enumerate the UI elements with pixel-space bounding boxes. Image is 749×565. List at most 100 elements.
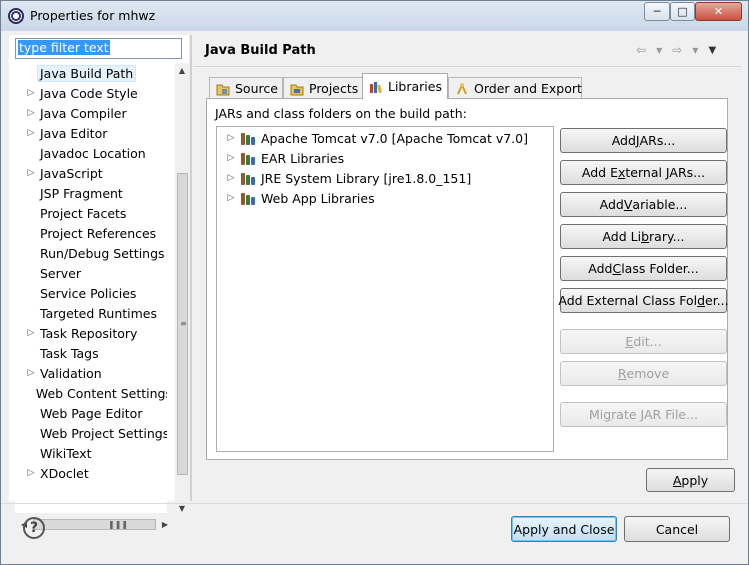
sidebar-item-label: JSP Fragment [40,185,123,201]
sidebar-item-label: Task Repository [40,325,138,341]
sidebar-item-label: Project References [40,225,157,241]
minimize-icon: ─ [653,5,661,18]
back-icon[interactable]: ⇦ [636,43,646,57]
sidebar-item[interactable]: Web Content Settings [15,383,167,403]
minimize-button[interactable]: ─ [644,2,670,21]
grip-icon: ❚❚❚ [108,520,129,529]
button-bar-separator [1,503,748,504]
sidebar-item[interactable]: ▷ Task Repository [15,323,167,343]
scroll-up-icon[interactable]: ▲ [175,63,189,77]
view-menu-icon[interactable]: ▼ [708,45,716,56]
filter-input[interactable]: type filter text [15,38,182,59]
expand-arrow-icon[interactable]: ▷ [225,133,237,143]
sidebar-item[interactable]: ▷ Java Compiler [15,103,167,123]
tab-libraries[interactable]: Libraries [362,73,448,99]
sidebar-item[interactable]: Service Policies [15,283,167,303]
add-variable-button[interactable]: Add Variable... [560,192,727,217]
expand-arrow-icon[interactable]: ▷ [25,328,37,338]
close-icon: ✕ [713,5,724,18]
tab-source[interactable]: Source [209,77,283,99]
sidebar-item-label: WikiText [40,445,92,461]
tab-label: Order and Export [474,81,582,96]
sidebar-item-label: Run/Debug Settings [40,245,165,261]
sidebar-item[interactable]: JSP Fragment [15,183,167,203]
sidebar-item-label: Java Editor [40,125,108,141]
sidebar-item[interactable]: Project References [15,223,167,243]
sidebar-item[interactable]: Task Tags [15,343,167,363]
library-entry-label: JRE System Library [jre1.8.0_151] [261,170,472,186]
scroll-thumb-horizontal[interactable]: ❚❚❚ [33,519,156,530]
sidebar-item[interactable]: Project Facets [15,203,167,223]
add-external-class-folder-button[interactable]: Add External Class Fol d er... [558,288,729,313]
expand-arrow-icon[interactable]: ▷ [225,153,237,163]
sidebar-item[interactable]: Targeted Runtimes [15,303,167,323]
library-icon [241,191,257,205]
migrate-jar-button[interactable]: Mi g rate JAR File... [560,402,727,427]
tab-label: Projects [309,81,359,96]
build-path-label: JARs and class folders on the build path… [215,106,467,121]
forward-icon[interactable]: ⇨ [672,43,682,57]
sidebar-item-label: Targeted Runtimes [40,305,157,321]
scroll-thumb[interactable]: ≡ [177,173,188,475]
library-icon [241,131,257,145]
sidebar-item[interactable]: ▷ Java Editor [15,123,167,143]
sidebar-item[interactable]: Web Page Editor [15,403,167,423]
sidebar-item-label: JavaScript [40,165,103,181]
expand-arrow-icon[interactable]: ▷ [25,108,37,118]
remove-button[interactable]: Remove [560,361,727,386]
sidebar-item[interactable]: ▷ Java Code Style [15,83,167,103]
sidebar-item-label: Java Build Path [37,64,137,82]
expand-arrow-icon[interactable]: ▷ [25,88,37,98]
library-entry[interactable]: ▷ Apache Tomcat v7.0 [Apache Tomcat v7.0] [225,128,528,148]
sidebar-item[interactable]: Web Project Settings [15,423,167,443]
add-external-jars-button[interactable]: Add Ex ternal JARs... [560,160,727,185]
add-jars-button[interactable]: Add J ARs... [560,128,727,153]
add-class-folder-button[interactable]: Add Class Folder... [560,256,727,281]
sidebar-item-label: Java Compiler [40,105,127,121]
filter-placeholder: type filter text [18,40,110,55]
expand-arrow-icon[interactable]: ▷ [25,128,37,138]
close-button[interactable]: ✕ [695,2,742,21]
apply-and-close-button[interactable]: Apply and Close [511,516,617,542]
tree-vertical-scrollbar[interactable]: ▲ ≡ ▼ [175,63,189,515]
library-entry[interactable]: ▷ EAR Libraries [225,148,345,168]
expand-arrow-icon[interactable]: ▷ [25,368,37,378]
sidebar-item[interactable]: WikiText [15,443,167,463]
edit-button[interactable]: Edit... [560,329,727,354]
library-entry[interactable]: ▷ JRE System Library [jre1.8.0_151] [225,168,472,188]
grip-icon: ≡ [180,319,187,328]
sidebar-item[interactable]: Java Build Path [15,63,167,83]
history-navigation: ⇦ ▼ ⇨ ▼ ▼ [636,41,736,59]
sidebar-item[interactable]: ▷ JavaScript [15,163,167,183]
sidebar-item[interactable]: Javadoc Location [15,143,167,163]
preference-tree: Java Build Path ▷ Java Code Style ▷ Java Com… [15,63,167,513]
tab-order-and-export[interactable]: Order and Export [448,77,582,99]
scroll-right-icon[interactable]: ▶ [158,517,172,531]
expand-arrow-icon[interactable]: ▷ [25,168,37,178]
sidebar-item[interactable]: Run/Debug Settings [15,243,167,263]
libraries-tab-content: JARs and class folders on the build path… [206,98,729,460]
apply-button[interactable]: Apply [646,468,735,492]
sidebar-item-label: XDoclet [40,465,89,481]
help-icon[interactable]: ? [23,517,45,539]
back-dropdown-icon[interactable]: ▼ [656,46,662,55]
sidebar-item-label: Project Facets [40,205,127,221]
expand-arrow-icon[interactable]: ▷ [225,193,237,203]
library-entry-label: EAR Libraries [261,150,345,166]
tab-label: Libraries [388,79,442,94]
add-library-button[interactable]: Add Li b rary... [560,224,727,249]
tab-projects[interactable]: Projects [283,77,363,99]
cancel-button[interactable]: Cancel [624,516,730,542]
sidebar-item-label: Web Content Settings [35,385,167,401]
forward-dropdown-icon[interactable]: ▼ [692,46,698,55]
panel-sash[interactable] [190,35,192,501]
maximize-button[interactable]: □ [670,2,695,21]
sidebar-item[interactable]: Server [15,263,167,283]
expand-arrow-icon[interactable]: ▷ [25,468,37,478]
sidebar-item[interactable]: ▷ Validation [15,363,167,383]
sidebar-item[interactable]: ▷ XDoclet [15,463,167,483]
sidebar-item-label: Java Code Style [40,85,138,101]
sidebar-item-label: Javadoc Location [40,145,146,161]
expand-arrow-icon[interactable]: ▷ [225,173,237,183]
library-entry[interactable]: ▷ Web App Libraries [225,188,375,208]
